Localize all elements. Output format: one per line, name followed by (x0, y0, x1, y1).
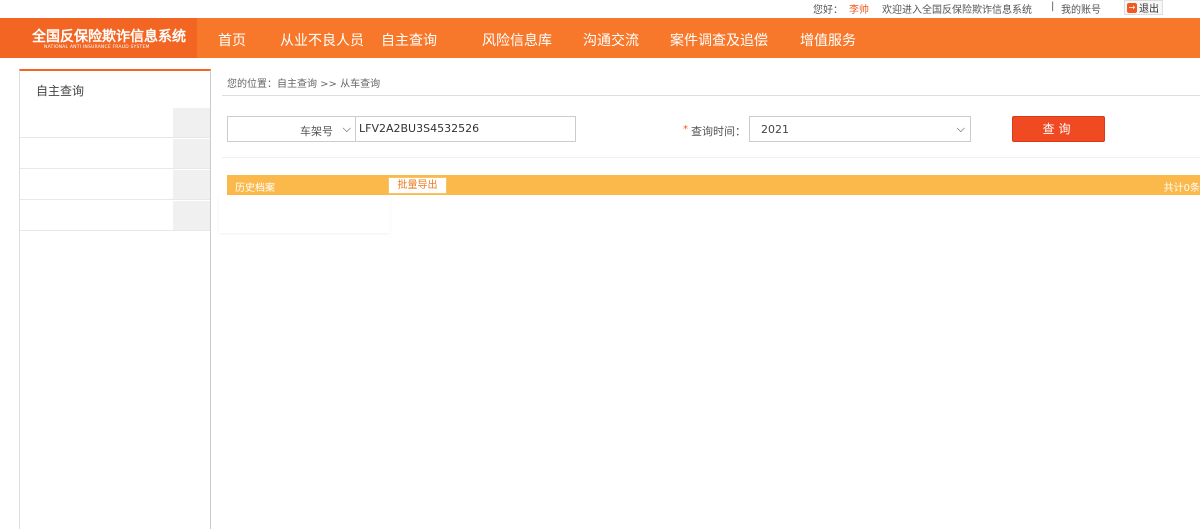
greeting-text: 您好： (813, 5, 843, 16)
username-link[interactable]: 李帅 (849, 1, 869, 16)
nav-item-risk-database[interactable]: 风险信息库 (482, 30, 552, 50)
nav-item-value-added[interactable]: 增值服务 (800, 30, 856, 50)
sidebar-item[interactable] (20, 170, 210, 200)
divider (222, 95, 1200, 96)
sidebar: 自主查询 (19, 69, 211, 529)
nav-item-case-investigation[interactable]: 案件调查及追偿 (670, 30, 768, 50)
nav-item-self-query[interactable]: 自主查询 (381, 30, 437, 50)
logout-button[interactable]: → 退出 (1124, 0, 1163, 15)
sidebar-item-cell (32, 108, 173, 137)
welcome-text: 欢迎进入全国反保险欺诈信息系统 (882, 5, 1032, 16)
vin-input[interactable]: LFV2A2BU3S4532526 (355, 116, 576, 142)
logo-en: NATIONAL ANTI INSURANCE FRAUD SYSTEM (44, 45, 150, 50)
sidebar-title: 自主查询 (36, 84, 85, 98)
sidebar-item-cell (173, 139, 210, 168)
logo[interactable]: 全国反保险欺诈信息系统 NATIONAL ANTI INSURANCE FRAU… (0, 18, 197, 58)
field-type-select[interactable]: 车架号 ⌵ (227, 116, 355, 142)
history-label: 历史档案 (235, 183, 275, 194)
breadcrumb: 您的位置：自主查询 >> 从车查询 (227, 79, 381, 90)
results-header-bar: 历史档案 共计0条 (227, 175, 1200, 195)
query-time-value: 2021 (761, 123, 789, 136)
logout-label: 退出 (1139, 4, 1159, 15)
sidebar-item-cell (32, 201, 173, 230)
sidebar-item[interactable] (20, 139, 210, 169)
sidebar-item-cell (32, 170, 173, 199)
nav-item-bad-practitioners[interactable]: 从业不良人员 (280, 30, 364, 50)
sidebar-item-cell (173, 201, 210, 230)
my-account-link[interactable]: 我的账号 (1061, 1, 1101, 16)
nav-item-home[interactable]: 首页 (218, 30, 246, 50)
batch-export-button[interactable]: 批量导出 (388, 177, 447, 194)
sidebar-item[interactable] (20, 108, 210, 138)
logout-icon: → (1127, 2, 1137, 13)
total-count: 共计0条 (1163, 183, 1200, 194)
required-mark: * (683, 124, 688, 135)
sidebar-item-cell (173, 108, 210, 137)
nav-item-communication[interactable]: 沟通交流 (583, 30, 639, 50)
logo-cn: 全国反保险欺诈信息系统 (32, 29, 186, 45)
query-button[interactable]: 查询 (1012, 116, 1105, 142)
results-area (219, 195, 390, 233)
sidebar-item[interactable] (20, 201, 210, 231)
separator: | (1051, 1, 1055, 12)
divider (222, 157, 1200, 158)
chevron-down-icon: ⌵ (956, 122, 965, 135)
field-type-value: 车架号 (300, 125, 333, 138)
chevron-down-icon: ⌵ (342, 122, 351, 135)
sidebar-item-cell (173, 170, 210, 199)
main-navbar: 全国反保险欺诈信息系统 NATIONAL ANTI INSURANCE FRAU… (0, 18, 1200, 58)
sidebar-item-cell (32, 139, 173, 168)
query-time-select[interactable]: 2021 ⌵ (749, 116, 971, 142)
top-strip: 您好： 李帅 欢迎进入全国反保险欺诈信息系统 | 我的账号 → 退出 (0, 0, 1200, 18)
query-time-label: 查询时间： (691, 125, 746, 138)
